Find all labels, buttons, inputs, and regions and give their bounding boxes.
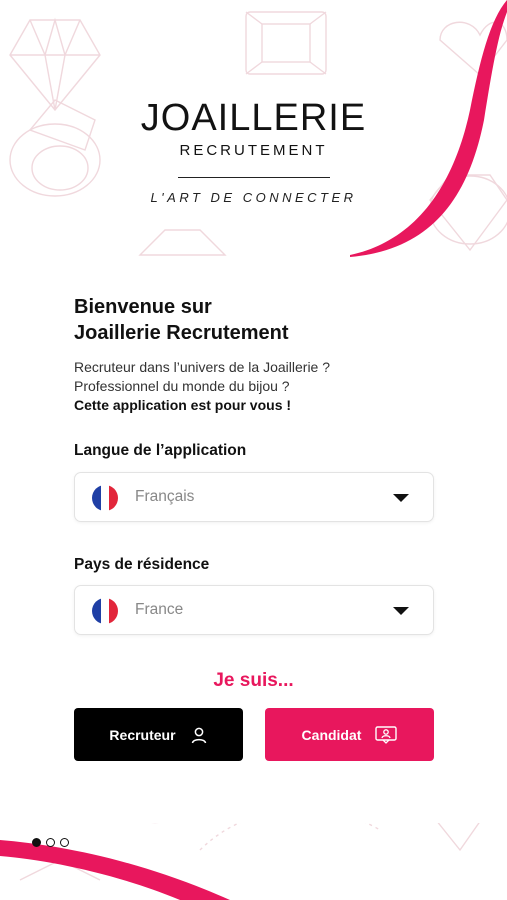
brand-tagline: L'ART DE CONNECTER bbox=[150, 190, 357, 205]
badge-icon bbox=[375, 725, 398, 744]
welcome-panel: Bienvenue sur Joaillerie Recrutement Rec… bbox=[0, 278, 507, 823]
intro-bold-line: Cette application est pour vous ! bbox=[74, 396, 330, 415]
brand-name: JOAILLERIE bbox=[140, 97, 367, 139]
country-select[interactable]: France bbox=[74, 585, 434, 635]
intro-text: Recruteur dans l’univers de la Joailleri… bbox=[74, 358, 330, 415]
role-prompt: Je suis... bbox=[213, 670, 294, 691]
recruiter-button-label: Recruteur bbox=[109, 726, 176, 743]
user-icon bbox=[191, 727, 206, 743]
brand-subtitle: RECRUTEMENT bbox=[179, 142, 328, 159]
language-label: Langue de l’application bbox=[74, 442, 247, 459]
candidate-button-label: Candidat bbox=[301, 726, 362, 743]
france-flag-icon bbox=[92, 598, 118, 624]
app-header: JOAILLERIE RECRUTEMENT L'ART DE CONNECTE… bbox=[0, 96, 507, 205]
language-value: Français bbox=[135, 488, 195, 505]
intro-line-1: Recruteur dans l’univers de la Joailleri… bbox=[74, 359, 331, 375]
page-dot-3[interactable] bbox=[60, 838, 69, 847]
page-dot-2[interactable] bbox=[46, 838, 55, 847]
country-value: France bbox=[135, 601, 184, 618]
page-indicator bbox=[32, 838, 69, 847]
country-label: Pays de résidence bbox=[74, 556, 210, 573]
language-select[interactable]: Français bbox=[74, 472, 434, 522]
page-dot-1[interactable] bbox=[32, 838, 41, 847]
welcome-line-1: Bienvenue sur bbox=[74, 296, 212, 318]
candidate-button[interactable]: Candidat bbox=[265, 708, 434, 761]
france-flag-icon bbox=[92, 485, 118, 511]
header-divider bbox=[177, 177, 330, 178]
intro-line-2: Professionnel du monde du bijou ? bbox=[74, 378, 290, 394]
intro-bold-text: Cette application est pour vous ! bbox=[74, 397, 292, 413]
recruiter-button[interactable]: Recruteur bbox=[74, 708, 243, 761]
welcome-line-2: Joaillerie Recrutement bbox=[74, 322, 289, 344]
welcome-title: Bienvenue sur Joaillerie Recrutement bbox=[74, 294, 289, 346]
chevron-down-icon bbox=[393, 607, 409, 615]
chevron-down-icon bbox=[393, 494, 409, 502]
